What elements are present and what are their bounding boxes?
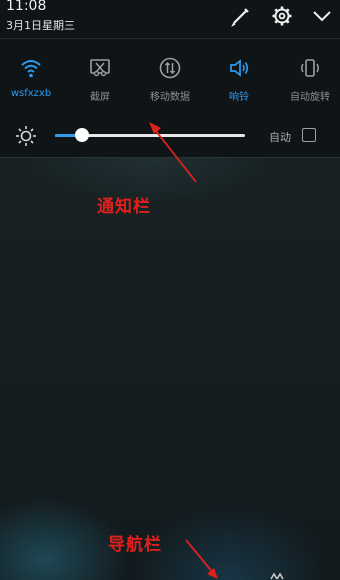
navigation-key-icon[interactable]: [269, 571, 285, 580]
arrow-to-notification-bar: [149, 122, 197, 183]
annotation-arrows: [149, 122, 218, 579]
arrow-to-navigation-bar: [185, 539, 218, 579]
